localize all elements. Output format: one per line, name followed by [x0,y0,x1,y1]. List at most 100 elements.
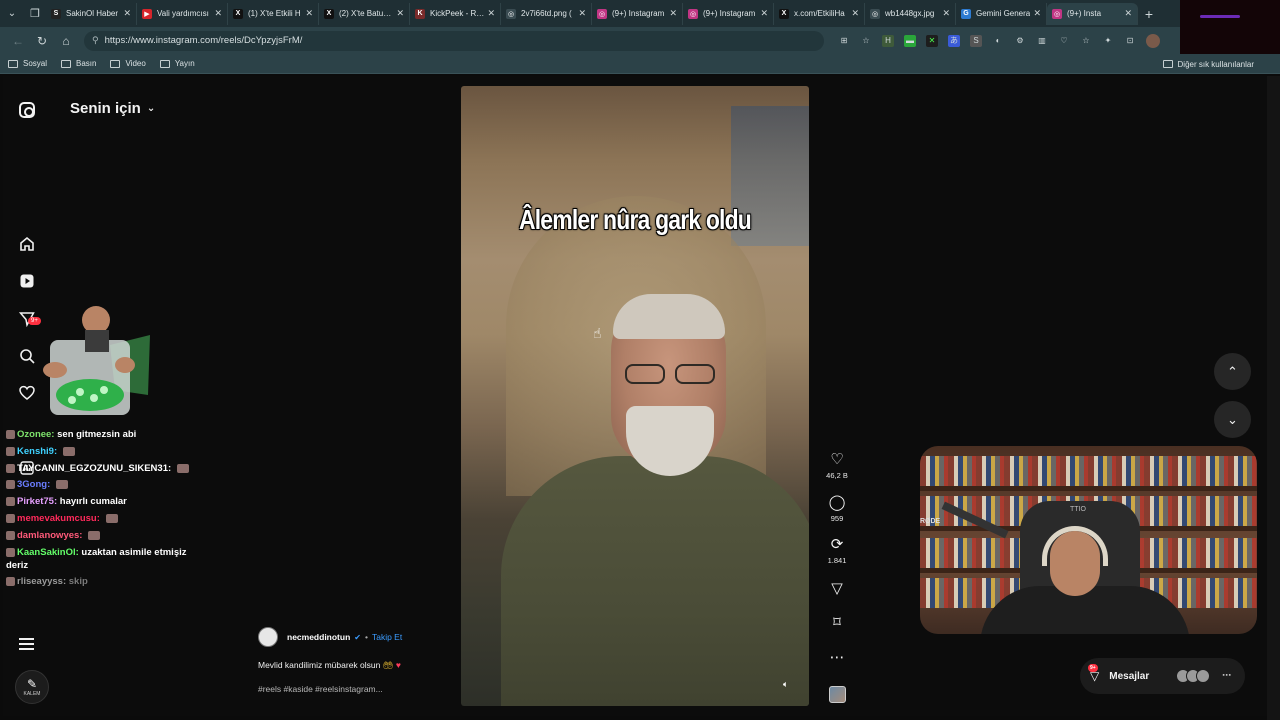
chat-badge-icon [6,497,15,507]
extension-icon[interactable]: S [970,34,982,47]
home-icon[interactable]: ⌂ [54,34,78,48]
close-tab-icon[interactable]: ✕ [396,8,404,19]
profile-avatar[interactable] [1146,33,1160,48]
favorites-icon[interactable]: ☆ [1080,35,1092,47]
close-tab-icon[interactable]: ✕ [578,8,586,19]
tab-list-chevron-icon[interactable]: ⌄ [0,0,24,27]
extension-icon[interactable]: ▬ [904,34,916,47]
follow-button[interactable]: Takip Et [372,632,402,642]
messages-button[interactable]: ▽ 9+ Mesajlar ⋯ [1080,658,1245,694]
stream-overlay-graphic [30,300,152,420]
close-tab-icon[interactable]: ✕ [1124,8,1132,19]
browser-tab[interactable]: S SakinOl Haber ✕ [46,2,137,25]
close-tab-icon[interactable]: ✕ [214,8,222,19]
feed-title: Senin için [70,100,141,117]
site-info-icon[interactable]: ⚲ [92,35,99,46]
chat-username[interactable]: KaanSakinOl: [17,547,79,558]
close-tab-icon[interactable]: ✕ [760,8,768,19]
url-field[interactable]: ⚲ https://www.instagram.com/reels/DcYpzy… [84,30,824,51]
close-tab-icon[interactable]: ✕ [1033,8,1041,19]
tab-favicon-icon: ◎ [597,8,607,19]
folder-icon [8,59,18,68]
chat-username[interactable]: damlanowyes: [17,530,82,541]
close-tab-icon[interactable]: ✕ [487,8,495,19]
new-tab-button[interactable]: + [1138,6,1160,22]
browser-tab[interactable]: ◎ (9+) Instagram ✕ [592,2,683,25]
scrollbar[interactable] [1267,76,1280,720]
chat-username[interactable]: 3Gong: [17,479,50,490]
workspaces-icon[interactable]: ❐ [24,0,46,27]
bookmark-label: Basın [76,59,97,68]
chat-username[interactable]: Kenshi9: [17,446,57,457]
browser-tab[interactable]: K KickPeek - Rea ✕ [410,2,501,25]
extensions-icon[interactable]: ⚙ [1014,35,1026,47]
bookmark-folder[interactable]: Yayın [159,59,195,68]
repost-button[interactable]: ⟳ 1.841 [822,537,852,566]
browser-tab[interactable]: ◎ wb1448gx.jpg ✕ [865,2,956,25]
extension-icon[interactable]: ◐ [992,35,1004,47]
ellipsis-icon: ⋯ [829,649,845,666]
feed-selector[interactable]: Senin için ⌄ [70,100,155,117]
home-icon[interactable] [17,234,37,254]
speaker-icon[interactable]: 🔈︎ [783,679,788,690]
extension-icon[interactable]: H [882,34,894,47]
share-button[interactable]: ▽ [822,581,852,597]
close-tab-icon[interactable]: ✕ [851,8,859,19]
browser-tab[interactable]: G Gemini Genera ✕ [956,2,1047,25]
video-person-hair [613,294,725,339]
split-screen-icon[interactable]: ⊞ [838,35,850,47]
instagram-logo-icon[interactable] [19,102,35,118]
next-reel-button[interactable]: ⌄ [1214,401,1251,438]
video-caption: Âlemler nûra gark oldu [518,204,752,235]
browser-tab[interactable]: ◎ (9+) Insta ✕ [1047,2,1138,25]
author-name[interactable]: necmeddinotun [287,632,350,642]
description-text: Mevlid kandilimiz mübarek olsun [258,660,381,670]
tab-favicon-icon: ◎ [506,8,516,19]
save-button[interactable]: ⌑ [822,615,852,631]
reels-icon[interactable] [17,271,37,291]
translate-icon[interactable]: あ [948,34,960,47]
back-icon[interactable]: ← [6,34,30,48]
chat-username[interactable]: TAYCANIN_EGZOZUNU_SIKEN31: [17,463,171,474]
comment-button[interactable]: ◯ 959 [822,495,852,524]
tab-title: (9+) Instagram [612,9,665,18]
screenshot-icon[interactable]: ⊡ [1124,35,1136,47]
more-options-button[interactable]: ⋯ [822,650,852,666]
extension-icon[interactable]: ✕ [926,34,938,47]
chat-username[interactable]: Ozonee: [17,429,54,440]
browser-tab[interactable]: X (1) X'te Etkili H ✕ [228,2,319,25]
browser-tab[interactable]: ◎ 2v7i66td.png (✕ [501,2,592,25]
performance-icon[interactable]: ♡ [1058,35,1070,47]
other-bookmarks[interactable]: Diğer sık kullanılanlar [1162,54,1254,74]
close-tab-icon[interactable]: ✕ [305,8,313,19]
close-tab-icon[interactable]: ✕ [123,8,131,19]
browser-tab[interactable]: ▶ Vali yardımcısı ✕ [137,2,228,25]
chat-username[interactable]: Pirket75: [17,496,57,507]
copilot-icon[interactable]: ✦ [1102,35,1114,47]
audio-thumbnail[interactable] [829,686,846,703]
author-avatar[interactable] [258,627,278,647]
reel-tags[interactable]: #reels #kaside #reelsinstagram... [258,684,383,694]
bookmark-folder[interactable]: Sosyal [8,59,47,68]
previous-reel-button[interactable]: ⌃ [1214,353,1251,390]
chat-message: KaanSakinOl: uzaktan asimile etmişiz der… [6,547,196,573]
more-menu-icon[interactable] [19,638,34,653]
close-tab-icon[interactable]: ✕ [669,8,677,19]
browser-tab[interactable]: Xx.com/EtkiliHa ✕ [774,2,865,25]
like-button[interactable]: ♡ 46,2 B [822,452,852,481]
favorite-star-icon[interactable]: ☆ [860,35,872,47]
chevron-down-icon: ⌄ [1227,411,1238,427]
bookmark-folder[interactable]: Basın [61,59,96,68]
bookmark-folder[interactable]: Video [110,59,146,68]
close-tab-icon[interactable]: ✕ [942,8,950,19]
browser-tab[interactable]: ◎ (9+) Instagram ✕ [683,2,774,25]
chat-username[interactable]: rliseayyss: [17,576,66,587]
chat-message: Ozonee: sen gitmezsin abi [6,429,196,442]
tab-favicon-icon: K [415,8,425,19]
pen-icon: ✎ [26,677,38,691]
browser-tab[interactable]: X (2) X'te Batuhan ✕ [319,2,410,25]
reel-video[interactable]: Âlemler nûra gark oldu 🔈︎ [461,86,809,706]
reload-icon[interactable]: ↻ [30,34,54,48]
sidebar-icon[interactable]: ▥ [1036,35,1048,47]
chat-username[interactable]: memevakumcusu: [17,513,100,524]
